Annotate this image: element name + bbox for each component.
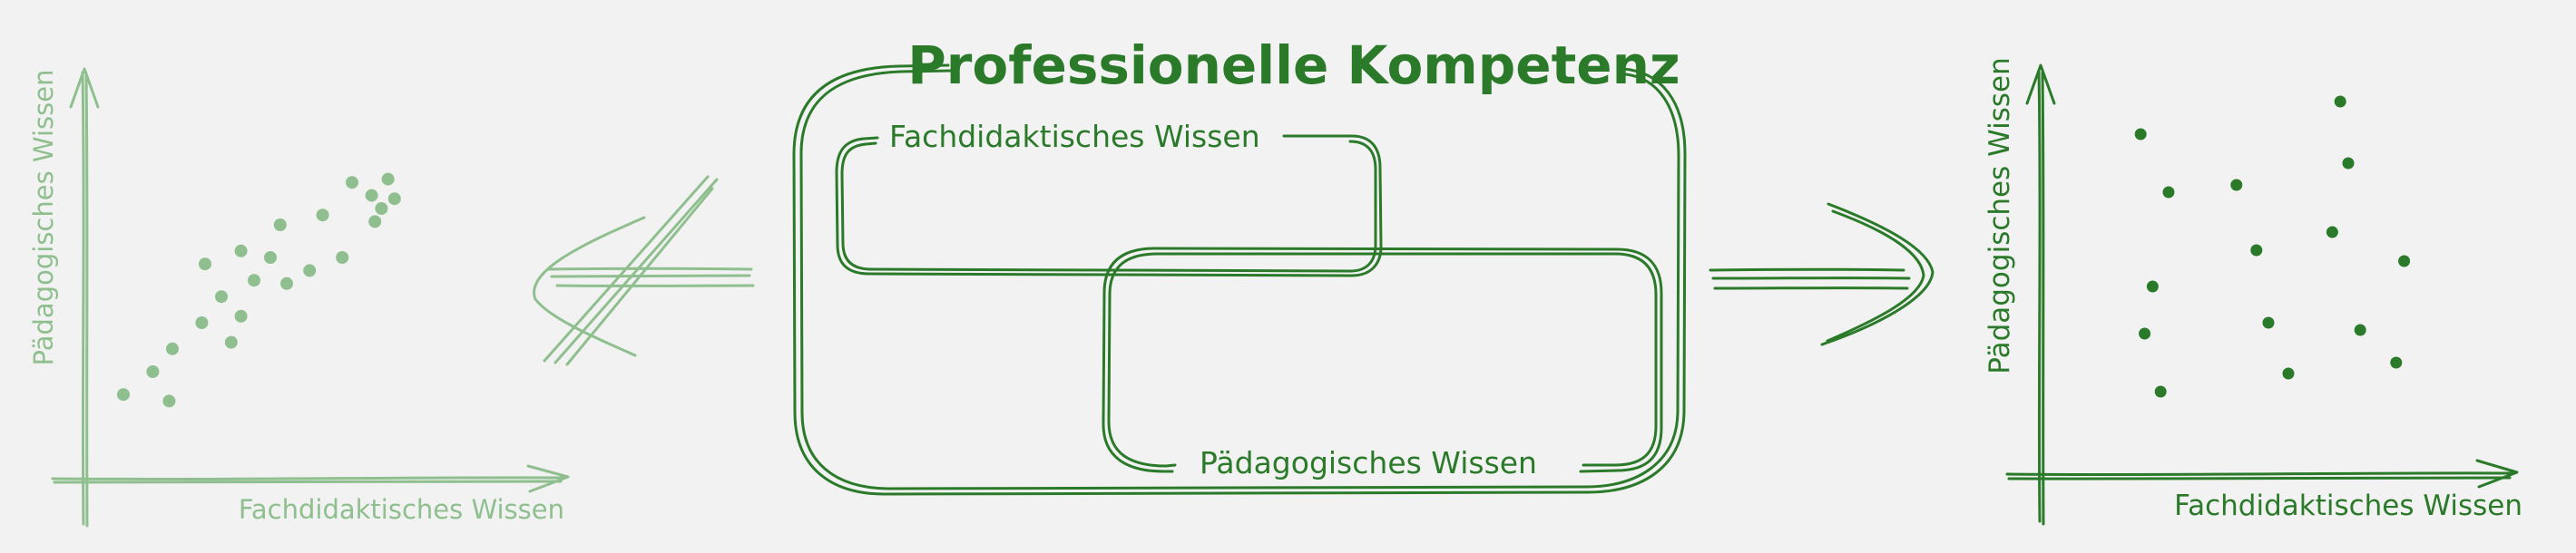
fachdidaktik-box: Fachdidaktisches Wissen <box>835 119 1383 277</box>
data-point <box>234 244 248 257</box>
data-point <box>387 192 401 206</box>
competence-diagram: Professionelle Kompetenz Fachdidaktische… <box>792 34 1687 496</box>
left-x-axis <box>51 464 570 493</box>
data-point <box>2250 244 2263 257</box>
arrow-head <box>1820 202 1934 346</box>
data-point <box>346 176 358 189</box>
data-point <box>375 202 388 215</box>
data-point <box>2230 179 2243 191</box>
data-point <box>2262 316 2275 329</box>
data-point <box>224 335 238 349</box>
data-point <box>336 251 349 264</box>
data-point <box>117 388 130 402</box>
data-point <box>2162 186 2175 199</box>
data-point <box>273 218 287 231</box>
right-scatter-plot: Fachdidaktisches Wissen Pädagogisches Wi… <box>1983 57 2522 526</box>
data-point <box>2139 327 2151 340</box>
data-point <box>264 251 277 264</box>
data-point <box>162 394 176 408</box>
data-point <box>166 342 179 355</box>
left-scatter-plot: Fachdidaktisches Wissen Pädagogisches Wi… <box>28 67 570 528</box>
right-y-axis-label: Pädagogisches Wissen <box>1983 57 2016 374</box>
right-data-points <box>2134 95 2411 398</box>
data-point <box>199 257 211 271</box>
data-point <box>2134 128 2147 141</box>
data-point <box>280 276 293 290</box>
data-point <box>303 264 317 277</box>
data-point <box>248 274 260 287</box>
data-point <box>2342 157 2355 170</box>
arrow-shaft <box>547 267 753 271</box>
left-x-axis-label: Fachdidaktisches Wissen <box>239 494 564 525</box>
data-point <box>2354 324 2366 336</box>
arrow-shaft <box>1709 267 1905 272</box>
right-x-axis-label: Fachdidaktisches Wissen <box>2174 490 2522 522</box>
not-equal-arrow <box>533 175 755 366</box>
data-point <box>195 316 209 329</box>
data-point <box>381 172 395 186</box>
left-y-axis-label: Pädagogisches Wissen <box>28 70 59 366</box>
right-y-axis <box>2025 63 2056 526</box>
paedagogik-box-label: Pädagogisches Wissen <box>1200 445 1537 480</box>
data-point <box>146 365 160 378</box>
left-data-points <box>117 172 401 408</box>
data-point <box>2326 226 2338 238</box>
paedagogik-box: Pädagogisches Wissen <box>1102 247 1663 480</box>
data-point <box>2398 255 2411 267</box>
data-point <box>316 209 329 222</box>
data-point <box>365 189 378 202</box>
left-y-axis <box>69 67 100 528</box>
data-point <box>2282 367 2295 380</box>
data-point <box>2146 280 2159 293</box>
right-x-axis <box>2005 459 2519 489</box>
data-point <box>368 215 382 228</box>
data-point <box>2154 385 2167 398</box>
fachdidaktik-box-label: Fachdidaktisches Wissen <box>889 119 1260 154</box>
data-point <box>215 290 228 304</box>
diagram-canvas: Fachdidaktisches Wissen Pädagogisches Wi… <box>28 34 2522 528</box>
data-point <box>2334 95 2346 108</box>
data-point <box>2390 356 2403 369</box>
right-arrow <box>1709 202 1934 346</box>
data-point <box>234 309 248 323</box>
diagram-title: Professionelle Kompetenz <box>907 34 1680 96</box>
